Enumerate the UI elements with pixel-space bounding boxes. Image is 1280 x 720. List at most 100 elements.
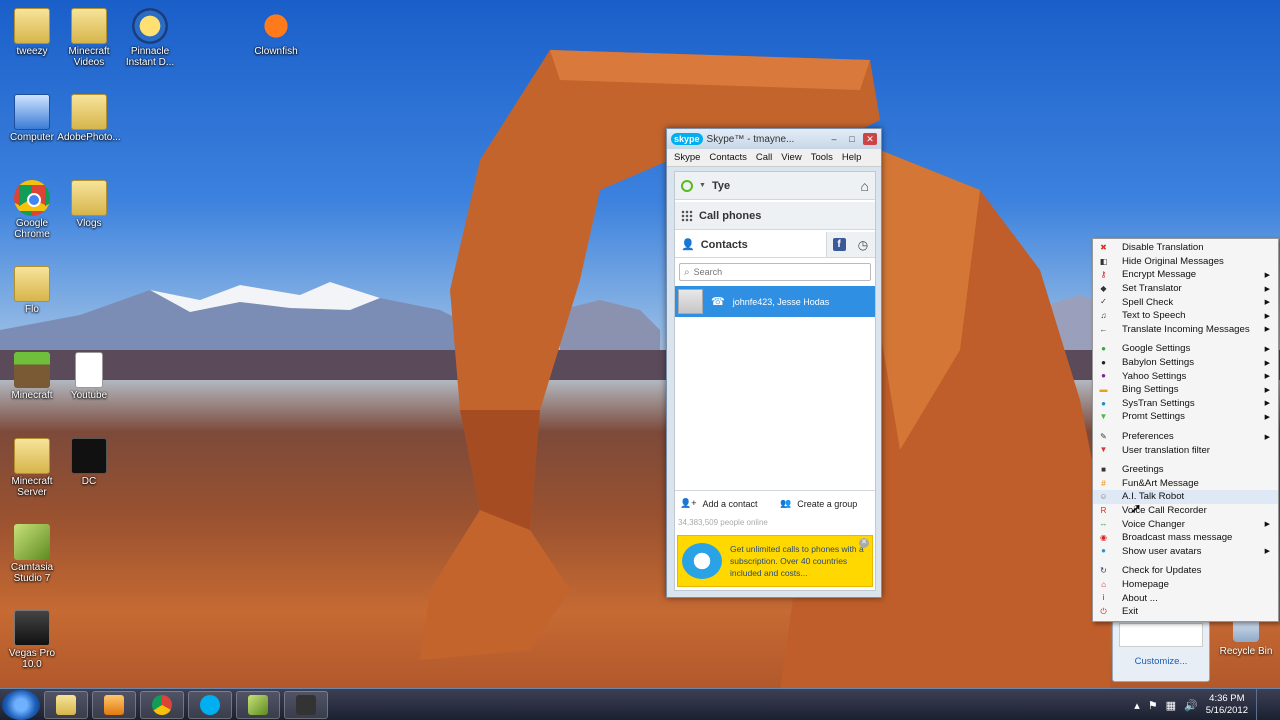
menu-item-greetings[interactable]: ■ Greetings	[1093, 463, 1278, 477]
close-icon[interactable]: ✕	[863, 133, 877, 145]
desktop-icon-dc[interactable]: DC	[57, 438, 121, 487]
desktop-icon-label: Vlogs	[76, 218, 102, 229]
desktop-icon-pinnacle-instant-d[interactable]: Pinnacle Instant D...	[118, 8, 182, 68]
menu-item-promt-settings[interactable]: ▼ Promt Settings ▶	[1093, 410, 1278, 424]
skype-titlebar[interactable]: skype Skype™ - tmayne... – □ ✕	[667, 129, 881, 149]
create-group-button[interactable]: 👥 Create a group	[775, 491, 875, 516]
desktop-icon-camtasia-studio-7[interactable]: Camtasia Studio 7	[0, 524, 64, 584]
menu-item-check-for-updates[interactable]: ↻ Check for Updates	[1093, 564, 1278, 578]
desktop-icon-tweezy[interactable]: tweezy	[0, 8, 64, 57]
desktop-icon-minecraft[interactable]: Minecraft	[0, 352, 64, 401]
menu-item-label: User translation filter	[1122, 444, 1210, 456]
profile-bar[interactable]: ▼ Tye ⌂	[675, 172, 875, 200]
menu-item-spell-check[interactable]: ✓ Spell Check ▶	[1093, 295, 1278, 309]
menu-item-user-translation-filter[interactable]: ▼ User translation filter	[1093, 443, 1278, 457]
desktop-icon-youtube[interactable]: Youtube	[57, 352, 121, 401]
add-contact-label: Add a contact	[702, 498, 758, 509]
avatar-icon: ●	[1101, 546, 1106, 556]
menu-item-set-translator[interactable]: ◆ Set Translator ▶	[1093, 282, 1278, 296]
clock[interactable]: 4:36 PM 5/16/2012	[1206, 693, 1248, 717]
contacts-tabbar: 👤 Contacts f ◷	[675, 232, 875, 258]
menu-item-preferences[interactable]: ✎ Preferences ▶	[1093, 430, 1278, 444]
menu-item-encrypt-message[interactable]: ⚷ Encrypt Message ▶	[1093, 268, 1278, 282]
menu-item-voice-changer[interactable]: ↔ Voice Changer ▶	[1093, 517, 1278, 531]
ad-text: Get unlimited calls to phones with a sub…	[730, 544, 864, 578]
taskbar-media-player[interactable]	[92, 690, 136, 719]
menu-item-babylon-settings[interactable]: ● Babylon Settings ▶	[1093, 356, 1278, 370]
desktop-icon-adobephoto[interactable]: AdobePhoto...	[57, 94, 121, 143]
menu-item-voice-call-recorder[interactable]: R Voice Call Recorder	[1093, 504, 1278, 518]
submenu-arrow-icon: ▶	[1264, 413, 1270, 421]
flag-icon[interactable]: ⚑	[1148, 699, 1158, 712]
tray-expand-icon[interactable]: ▴	[1134, 699, 1140, 712]
menu-item-yahoo-settings[interactable]: ● Yahoo Settings ▶	[1093, 369, 1278, 383]
menu-item-hide-original-messages[interactable]: ◧ Hide Original Messages	[1093, 255, 1278, 269]
menu-item-homepage[interactable]: ⌂ Homepage	[1093, 578, 1278, 592]
minimize-icon[interactable]: –	[827, 133, 841, 145]
desktop-icon-flo[interactable]: Flo	[0, 266, 64, 315]
menu-contacts[interactable]: Contacts	[709, 152, 747, 163]
status-online-icon[interactable]	[681, 179, 693, 192]
menu-call[interactable]: Call	[756, 152, 772, 163]
desktop-icon-minecraft-videos[interactable]: Minecraft Videos	[57, 8, 121, 68]
wrench-icon: ✎	[1100, 431, 1107, 441]
contact-list-item[interactable]: ☎ johnfe423, Jesse Hodas	[675, 286, 875, 317]
desktop-icon-minecraft-server[interactable]: Minecraft Server	[0, 438, 64, 498]
menu-item-broadcast-mass-message[interactable]: ◉ Broadcast mass message	[1093, 531, 1278, 545]
menu-tools[interactable]: Tools	[811, 152, 833, 163]
tab-contacts[interactable]: 👤 Contacts	[675, 232, 827, 257]
menu-item-translate-incoming-messages[interactable]: ← Translate Incoming Messages ▶	[1093, 323, 1278, 337]
search-input[interactable]	[693, 267, 854, 277]
recycle-bin-icon[interactable]: Recycle Bin	[1218, 616, 1274, 657]
start-button[interactable]	[2, 689, 40, 720]
ad-close-icon[interactable]: ✕	[859, 538, 869, 548]
menu-item-bing-settings[interactable]: ▬ Bing Settings ▶	[1093, 383, 1278, 397]
subscription-ad[interactable]: Get unlimited calls to phones with a sub…	[677, 535, 873, 587]
menu-item-google-settings[interactable]: ● Google Settings ▶	[1093, 342, 1278, 356]
taskbar-chrome[interactable]	[140, 690, 184, 719]
desktop-icon-google-chrome[interactable]: Google Chrome	[0, 180, 64, 240]
menu-item-show-user-avatars[interactable]: ● Show user avatars ▶	[1093, 544, 1278, 558]
submenu-arrow-icon: ▶	[1264, 345, 1270, 353]
menu-item-text-to-speech[interactable]: ♫ Text to Speech ▶	[1093, 309, 1278, 323]
hide-icon: ◧	[1099, 256, 1108, 266]
taskbar-skype[interactable]	[188, 690, 232, 719]
chevron-down-icon[interactable]: ▼	[699, 182, 706, 189]
menu-item-disable-translation[interactable]: ✖ Disable Translation	[1093, 241, 1278, 255]
camtasia-icon	[14, 524, 50, 560]
taskbar-camera[interactable]	[284, 690, 328, 719]
menu-item-fun-art-message[interactable]: # Fun&Art Message	[1093, 477, 1278, 491]
recorder-icon: R	[1100, 505, 1107, 515]
media-player-icon	[104, 694, 124, 715]
call-phones-button[interactable]: Call phones	[675, 202, 875, 230]
bing-icon: ▬	[1099, 384, 1108, 394]
desktop-icon-computer[interactable]: Computer	[0, 94, 64, 143]
menu-item-label: Disable Translation	[1122, 242, 1204, 254]
network-icon[interactable]: ▦	[1166, 699, 1176, 712]
menu-item-exit[interactable]: ⏻ Exit	[1093, 605, 1278, 619]
camtasia-icon	[248, 694, 268, 715]
menu-item-a-i-talk-robot[interactable]: ☺ A.I. Talk Robot	[1093, 490, 1278, 504]
menu-help[interactable]: Help	[842, 152, 862, 163]
tab-facebook[interactable]: f	[827, 232, 851, 257]
volume-icon[interactable]: 🔊	[1184, 699, 1198, 712]
skype-window[interactable]: skype Skype™ - tmayne... – □ ✕ Skype Con…	[666, 128, 882, 598]
menu-skype[interactable]: Skype	[674, 152, 700, 163]
customize-link[interactable]: Customize...	[1113, 656, 1209, 667]
show-desktop-button[interactable]	[1256, 689, 1268, 720]
robot-icon: ☺	[1099, 492, 1108, 502]
taskbar-explorer[interactable]	[44, 690, 88, 719]
history-clock-icon[interactable]: ◷	[851, 238, 875, 252]
tab-contacts-label: Contacts	[700, 238, 748, 251]
taskbar-camtasia[interactable]	[236, 690, 280, 719]
desktop-icon-clownfish[interactable]: Clownfish	[244, 8, 308, 57]
desktop-icon-vegas-pro-10-0[interactable]: Vegas Pro 10.0	[0, 610, 64, 670]
menu-view[interactable]: View	[781, 152, 801, 163]
menu-item-systran-settings[interactable]: ● SysTran Settings ▶	[1093, 397, 1278, 411]
home-icon[interactable]: ⌂	[861, 178, 869, 194]
desktop-icon-vlogs[interactable]: Vlogs	[57, 180, 121, 229]
maximize-icon[interactable]: □	[845, 133, 859, 145]
search-box[interactable]: ⌕	[679, 263, 871, 281]
menu-item-about[interactable]: i About ...	[1093, 591, 1278, 605]
add-contact-button[interactable]: 👤+ Add a contact	[675, 491, 775, 516]
